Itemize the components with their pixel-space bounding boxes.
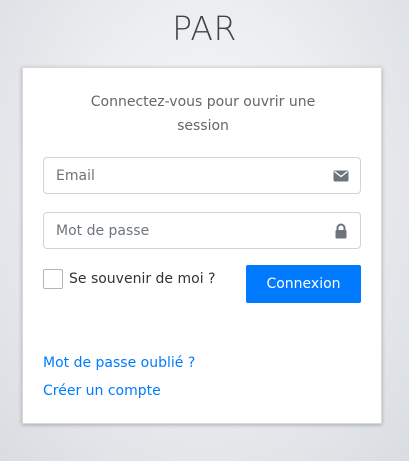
login-message: Connectez-vous pour ouvrir une session — [90, 94, 316, 134]
forgot-password-link[interactable]: Mot de passe oublié ? — [43, 355, 195, 371]
app-logo: PAR — [172, 9, 237, 48]
remember-label: Se souvenir de moi ? — [69, 271, 216, 287]
remember-me[interactable]: Se souvenir de moi ? — [43, 267, 215, 291]
register-link[interactable]: Créer un compte — [43, 383, 161, 399]
remember-checkbox[interactable] — [43, 269, 63, 289]
email-input[interactable] — [44, 158, 326, 193]
lock-icon — [335, 223, 347, 239]
password-input[interactable] — [44, 213, 326, 248]
login-button[interactable]: Connexion — [246, 265, 361, 303]
password-field[interactable] — [43, 212, 361, 249]
envelope-icon — [333, 170, 349, 182]
login-box: Connectez-vous pour ouvrir une session S… — [22, 67, 382, 424]
email-field[interactable] — [43, 157, 361, 194]
